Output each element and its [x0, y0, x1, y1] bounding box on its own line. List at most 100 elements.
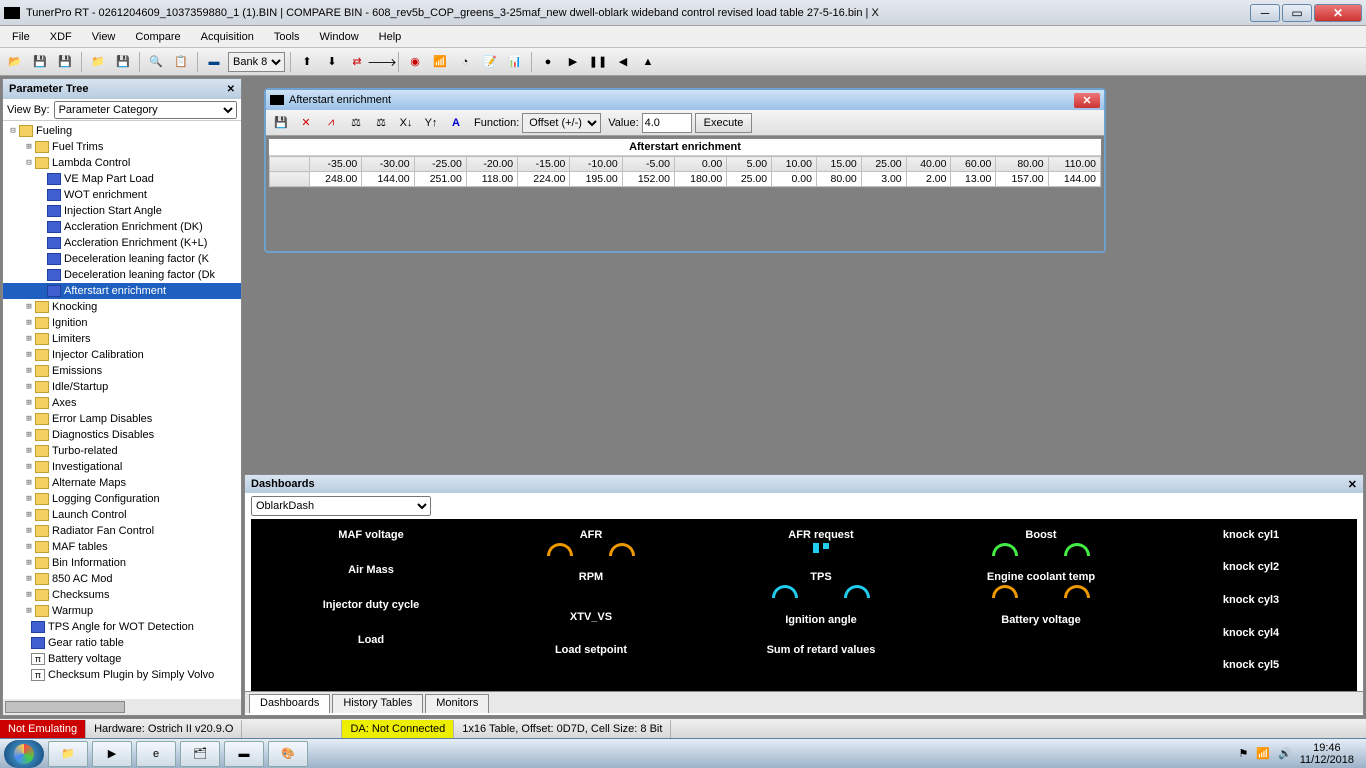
tool-open-icon[interactable]: 📂: [4, 51, 26, 73]
table-close-button[interactable]: ✕: [1074, 93, 1100, 108]
task-app-icon[interactable]: 🗂: [180, 741, 220, 767]
task-chip-icon[interactable]: ▬: [224, 741, 264, 767]
menu-file[interactable]: File: [4, 29, 38, 45]
tree-folder[interactable]: ⊞Turbo-related: [3, 443, 241, 459]
tray-flag-icon[interactable]: ⚑: [1238, 747, 1248, 760]
tree-hscroll[interactable]: [3, 699, 241, 715]
tree-folder[interactable]: ⊞Limiters: [3, 331, 241, 347]
tree-folder[interactable]: ⊞Warmup: [3, 603, 241, 619]
tree-folder[interactable]: ⊞Idle/Startup: [3, 379, 241, 395]
tree-folder[interactable]: ⊞Investigational: [3, 459, 241, 475]
tree-folder[interactable]: ⊞Axes: [3, 395, 241, 411]
menu-help[interactable]: Help: [371, 29, 410, 45]
bank-select[interactable]: Bank 8: [228, 52, 285, 72]
tree-fuel-trims[interactable]: ⊞Fuel Trims: [3, 139, 241, 155]
task-ie-icon[interactable]: e: [136, 741, 176, 767]
xdown-icon[interactable]: X↓: [395, 112, 417, 134]
tree-folder[interactable]: ⊞Launch Control: [3, 507, 241, 523]
data-grid[interactable]: -35.00-30.00-25.00-20.00-15.00-10.00-5.0…: [269, 156, 1101, 187]
value-input[interactable]: [642, 113, 692, 133]
tree-item[interactable]: Gear ratio table: [3, 635, 241, 651]
menu-view[interactable]: View: [84, 29, 124, 45]
start-button[interactable]: [4, 740, 44, 768]
tree-close-icon[interactable]: ✕: [227, 84, 235, 95]
tool-record-icon[interactable]: ●: [537, 51, 559, 73]
scale-icon[interactable]: ⚖: [370, 112, 392, 134]
system-tray[interactable]: ⚑ 📶 🔊 19:46 11/12/2018: [1238, 742, 1362, 766]
tree-folder[interactable]: ⊞Ignition: [3, 315, 241, 331]
tree-item[interactable]: Deceleration leaning factor (K: [3, 251, 241, 267]
execute-button[interactable]: Execute: [695, 113, 753, 133]
dashboards-close-icon[interactable]: ✕: [1348, 478, 1357, 491]
tray-network-icon[interactable]: 📶: [1256, 747, 1270, 760]
tool-stop-icon[interactable]: ◉: [404, 51, 426, 73]
tree-folder[interactable]: ⊞Error Lamp Disables: [3, 411, 241, 427]
tree-body[interactable]: ⊟Fueling ⊞Fuel Trims ⊟Lambda Control VE …: [3, 121, 241, 699]
function-select[interactable]: Offset (+/-): [522, 113, 601, 133]
tree-folder[interactable]: ⊞MAF tables: [3, 539, 241, 555]
tree-folder[interactable]: ⊞Radiator Fan Control: [3, 523, 241, 539]
minimize-button[interactable]: ─: [1250, 4, 1280, 22]
compare-icon[interactable]: ⚖: [345, 112, 367, 134]
tree-folder[interactable]: ⊞Alternate Maps: [3, 475, 241, 491]
menu-window[interactable]: Window: [312, 29, 367, 45]
tool-rew-icon[interactable]: ◀: [612, 51, 634, 73]
tool-chip-icon[interactable]: ▬: [203, 51, 225, 73]
dashboard-select[interactable]: OblarkDash: [251, 496, 431, 516]
tray-clock[interactable]: 19:46 11/12/2018: [1300, 742, 1354, 766]
tree-folder[interactable]: ⊞Diagnostics Disables: [3, 427, 241, 443]
tree-item[interactable]: πChecksum Plugin by Simply Volvo: [3, 667, 241, 683]
tree-folder[interactable]: ⊞Logging Configuration: [3, 491, 241, 507]
tool-pause-icon[interactable]: ❚❚: [587, 51, 609, 73]
menu-tools[interactable]: Tools: [266, 29, 308, 45]
tree-folder[interactable]: ⊞Bin Information: [3, 555, 241, 571]
tool-search-icon[interactable]: 🔍: [145, 51, 167, 73]
task-explorer-icon[interactable]: 📁: [48, 741, 88, 767]
tool-diff-icon[interactable]: 🡒: [371, 51, 393, 73]
tool-bulk-icon[interactable]: 📋: [170, 51, 192, 73]
tool-eject-icon[interactable]: ▲: [637, 51, 659, 73]
font-icon[interactable]: A: [445, 112, 467, 134]
tree-item[interactable]: WOT enrichment: [3, 187, 241, 203]
viewby-select[interactable]: Parameter Category: [54, 101, 237, 119]
close-button[interactable]: ✕: [1314, 4, 1362, 22]
tree-folder[interactable]: ⊞Emissions: [3, 363, 241, 379]
tool-folder-icon[interactable]: 📁: [87, 51, 109, 73]
tree-folder[interactable]: ⊞Checksums: [3, 587, 241, 603]
save-icon[interactable]: 💾: [270, 112, 292, 134]
yup-icon[interactable]: Y↑: [420, 112, 442, 134]
task-media-icon[interactable]: ▶: [92, 741, 132, 767]
tree-lambda-control[interactable]: ⊟Lambda Control: [3, 155, 241, 171]
tree-item[interactable]: TPS Angle for WOT Detection: [3, 619, 241, 635]
tree-folder[interactable]: ⊞Injector Calibration: [3, 347, 241, 363]
x-icon[interactable]: ✕: [295, 112, 317, 134]
tool-chart-icon[interactable]: 📊: [504, 51, 526, 73]
maximize-button[interactable]: ▭: [1282, 4, 1312, 22]
tool-floppy-icon[interactable]: 💾: [112, 51, 134, 73]
tool-log-icon[interactable]: 📝: [479, 51, 501, 73]
tool-save-icon[interactable]: 💾: [29, 51, 51, 73]
menu-acquisition[interactable]: Acquisition: [193, 29, 262, 45]
menu-compare[interactable]: Compare: [127, 29, 188, 45]
table-window-titlebar[interactable]: Afterstart enrichment ✕: [266, 90, 1104, 110]
tool-trace-icon[interactable]: ⇄: [346, 51, 368, 73]
tree-folder[interactable]: ⊞Knocking: [3, 299, 241, 315]
menu-xdf[interactable]: XDF: [42, 29, 80, 45]
tray-volume-icon[interactable]: 🔊: [1278, 747, 1292, 760]
tool-download-icon[interactable]: ⬇: [321, 51, 343, 73]
task-paint-icon[interactable]: 🎨: [268, 741, 308, 767]
graph-icon[interactable]: ⩘: [320, 112, 342, 134]
tree-item[interactable]: Accleration Enrichment (K+L): [3, 235, 241, 251]
tree-item[interactable]: VE Map Part Load: [3, 171, 241, 187]
tab-monitors[interactable]: Monitors: [425, 694, 489, 713]
tab-history[interactable]: History Tables: [332, 694, 423, 713]
tree-item[interactable]: Accleration Enrichment (DK): [3, 219, 241, 235]
tool-savebank-icon[interactable]: 💾: [54, 51, 76, 73]
tree-item-afterstart[interactable]: Afterstart enrichment: [3, 283, 241, 299]
tree-root-fueling[interactable]: ⊟Fueling: [3, 123, 241, 139]
tool-trace2-icon[interactable]: 📶: [429, 51, 451, 73]
tool-gauge-icon[interactable]: ◔: [454, 51, 476, 73]
tool-upload-icon[interactable]: ⬆: [296, 51, 318, 73]
tree-item[interactable]: πBattery voltage: [3, 651, 241, 667]
tree-item[interactable]: Deceleration leaning factor (Dk: [3, 267, 241, 283]
